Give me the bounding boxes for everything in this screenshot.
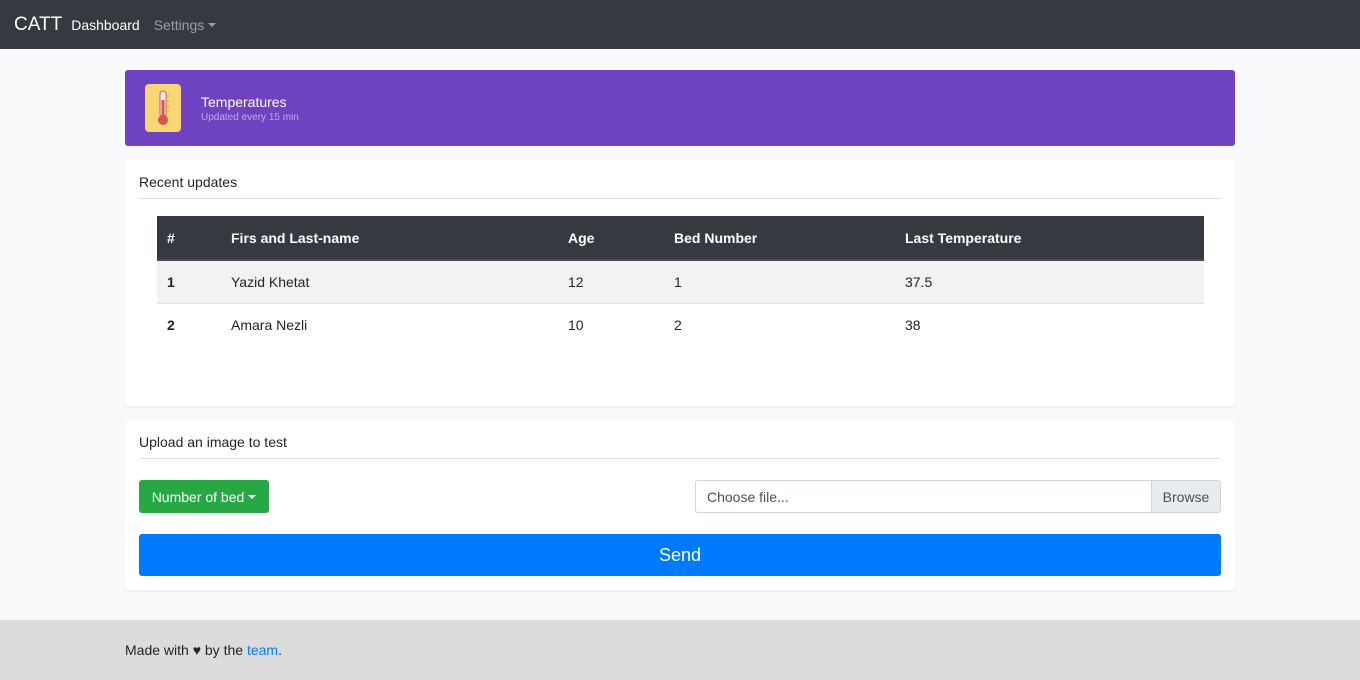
chevron-down-icon (248, 494, 257, 499)
recent-updates-card: Recent updates # Firs and Last-name Age Bed… (125, 160, 1235, 406)
table-cell: 37.5 (895, 259, 1204, 303)
recent-updates-title: Recent updates (139, 174, 238, 190)
nav-settings-label: Settings (153, 16, 205, 33)
column-header: Firs and Last-name (221, 216, 558, 261)
table-cell: 38 (895, 302, 1204, 346)
banner-subtitle: Updated every 15 min (201, 111, 299, 123)
browse-button[interactable]: Browse (1151, 481, 1220, 512)
divider (139, 198, 1221, 199)
footer-text: Made with ♥ by the (125, 642, 247, 658)
send-button[interactable]: Send (139, 534, 1221, 576)
table-cell: 1 (664, 259, 895, 303)
footer: Made with ♥ by the team. (0, 620, 1360, 680)
navbar: CATT Dashboard Settings (0, 0, 1360, 49)
divider (139, 458, 1221, 459)
table-cell: 12 (558, 259, 664, 303)
table-cell: 1 (157, 259, 221, 303)
number-of-bed-dropdown[interactable]: Number of bed (139, 480, 269, 513)
table-header-row: # Firs and Last-name Age Bed Number Last Tem… (157, 216, 1204, 261)
footer-suffix: . (278, 642, 282, 658)
nav-settings-dropdown[interactable]: Settings (154, 17, 217, 33)
table-cell: Amara Nezli (221, 302, 558, 346)
table-cell: Yazid Khetat (221, 259, 558, 303)
file-input[interactable]: Choose file... Browse (695, 480, 1221, 513)
table-row: 1 Yazid Khetat 12 1 37.5 (157, 259, 1204, 303)
brand-logo[interactable]: CATT (14, 14, 62, 36)
chevron-down-icon (208, 22, 217, 27)
number-of-bed-label: Number of bed (151, 488, 245, 505)
column-header: Age (558, 216, 664, 261)
upload-card: Upload an image to test Number of bed Ch… (125, 420, 1235, 590)
thermometer-icon (145, 84, 181, 132)
upload-title: Upload an image to test (139, 434, 287, 450)
column-header: # (157, 216, 221, 261)
table-cell: 10 (558, 302, 664, 346)
patients-table: # Firs and Last-name Age Bed Number Last Tem… (157, 216, 1204, 346)
nav-dashboard[interactable]: Dashboard (71, 17, 140, 33)
table-cell: 2 (664, 302, 895, 346)
table-row: 2 Amara Nezli 10 2 38 (157, 302, 1204, 346)
temperatures-banner: Temperatures Updated every 15 min (125, 70, 1235, 146)
column-header: Bed Number (664, 216, 895, 261)
team-link[interactable]: team (247, 642, 278, 658)
banner-title: Temperatures (201, 93, 287, 110)
table-cell: 2 (157, 302, 221, 346)
column-header: Last Temperature (895, 216, 1204, 261)
banner-text: Temperatures Updated every 15 min (201, 94, 299, 123)
file-input-placeholder[interactable]: Choose file... (696, 481, 1151, 512)
